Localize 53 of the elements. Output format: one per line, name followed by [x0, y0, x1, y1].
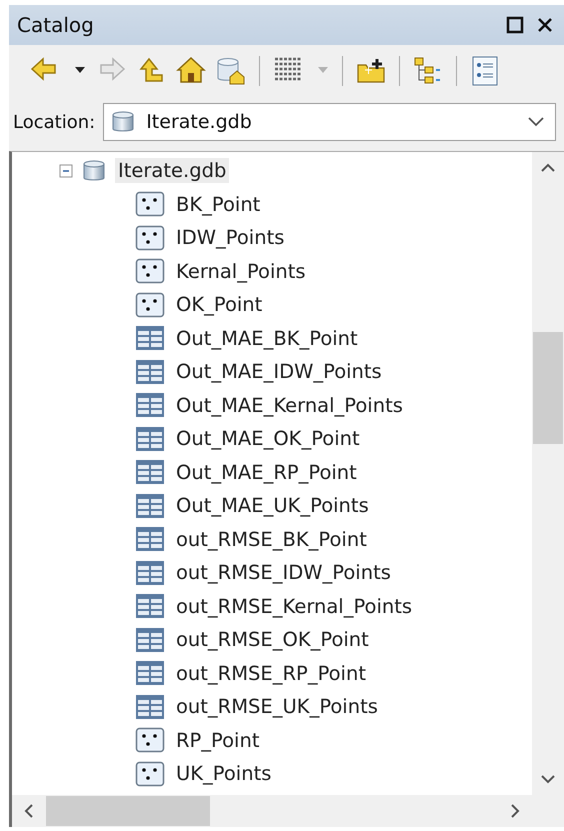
- point-layer-icon: [135, 191, 165, 218]
- location-label: Location:: [13, 112, 96, 132]
- close-icon[interactable]: [536, 16, 554, 34]
- scroll-down-icon: [540, 774, 556, 784]
- tree-item[interactable]: Out_MAE_IDW_Points: [173, 359, 385, 384]
- database-icon: [110, 110, 136, 134]
- database-home-icon[interactable]: [215, 55, 247, 87]
- tree-item[interactable]: BK_Point: [173, 192, 264, 217]
- maximize-icon[interactable]: [506, 16, 524, 34]
- table-icon: [135, 392, 165, 418]
- scroll-right-icon: [510, 803, 520, 819]
- tree-item[interactable]: Out_MAE_OK_Point: [173, 426, 363, 452]
- tree-item[interactable]: out_RMSE_OK_Point: [173, 627, 372, 652]
- scrollbar-thumb[interactable]: [533, 332, 563, 444]
- chevron-down-icon: [527, 116, 545, 128]
- scroll-up-icon: [540, 163, 556, 173]
- scroll-left-icon: [24, 803, 34, 819]
- tree-item[interactable]: RP_Point: [173, 728, 262, 753]
- table-icon: [135, 358, 165, 385]
- table-icon: [135, 626, 165, 653]
- tree-item[interactable]: Out_MAE_UK_Points: [173, 493, 372, 518]
- tree-item[interactable]: out_RMSE_Kernal_Points: [173, 594, 416, 619]
- tree-item[interactable]: OK_Point: [173, 292, 266, 318]
- window-title: Catalog: [17, 13, 95, 37]
- table-icon: [135, 492, 165, 519]
- point-layer-icon: [135, 224, 165, 251]
- scrollbar-thumb[interactable]: [46, 796, 210, 826]
- tree-item[interactable]: IDW_Points: [173, 225, 288, 250]
- tree-item[interactable]: out_RMSE_BK_Point: [173, 526, 370, 552]
- collapse-icon[interactable]: [59, 164, 73, 178]
- tree-item[interactable]: out_RMSE_UK_Points: [173, 694, 381, 720]
- tree-item[interactable]: out_RMSE_IDW_Points: [173, 560, 394, 586]
- tree-item[interactable]: Out_MAE_Kernal_Points: [173, 392, 406, 418]
- table-icon: [135, 593, 165, 620]
- table-icon: [135, 426, 165, 452]
- table-icon: [135, 660, 165, 686]
- tree-item[interactable]: Out_MAE_BK_Point: [173, 326, 361, 351]
- point-layer-icon: [135, 292, 165, 318]
- point-layer-icon: [135, 258, 165, 284]
- table-icon: [135, 325, 165, 352]
- table-icon: [135, 694, 165, 720]
- tree-item[interactable]: out_RMSE_RP_Point: [173, 660, 369, 686]
- location-dropdown[interactable]: Iterate.gdb: [103, 103, 556, 141]
- table-icon: [135, 526, 165, 552]
- tree-item[interactable]: Kernal_Points: [173, 258, 309, 284]
- tree-item[interactable]: Out_MAE_RP_Point: [173, 460, 360, 485]
- geodatabase-icon: [81, 158, 107, 183]
- point-layer-icon: [135, 760, 165, 787]
- table-icon: [135, 459, 165, 486]
- table-icon: [135, 560, 165, 586]
- tree-item[interactable]: Iterate.gdb: [115, 158, 230, 184]
- tree-item[interactable]: UK_Points: [173, 761, 274, 786]
- point-layer-icon: [135, 727, 165, 754]
